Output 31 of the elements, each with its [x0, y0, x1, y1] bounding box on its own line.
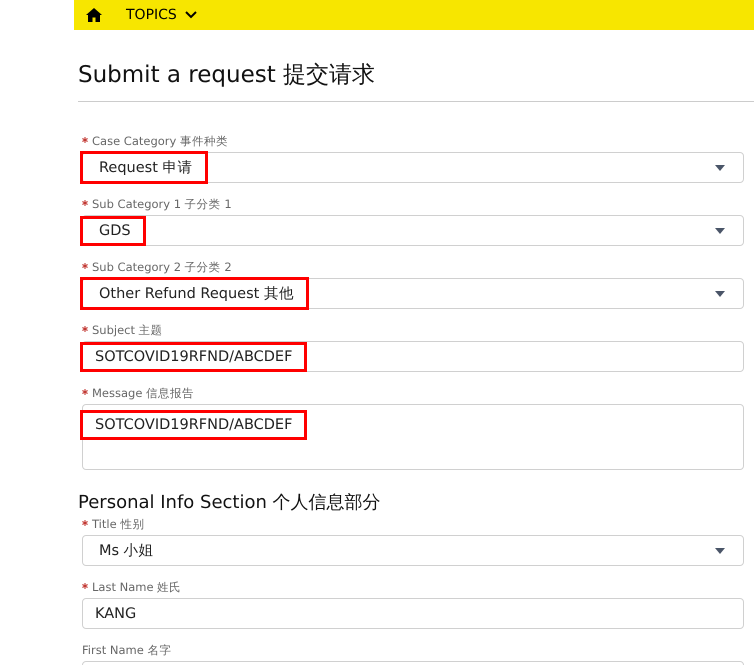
caret-icon: [715, 228, 725, 234]
field-value: SOTCOVID19RFND/ABCDEF: [83, 413, 304, 437]
dropdown[interactable]: Request 申请: [82, 152, 744, 183]
field-value: SOTCOVID19RFND/ABCDEF: [83, 344, 304, 368]
field-label: Last Name 姓氏: [92, 580, 182, 594]
dropdown-value: Other Refund Request 其他: [83, 280, 306, 307]
field-label: Message 信息报告: [92, 386, 194, 400]
page-title: Submit a request 提交请求: [78, 61, 376, 90]
section-title: Personal Info Section 个人信息部分: [78, 492, 382, 514]
caret-icon: [715, 291, 725, 297]
input-field[interactable]: KANG: [82, 598, 744, 629]
field-label: Subject 主题: [92, 323, 163, 337]
dropdown-value: GDS: [83, 218, 143, 242]
dropdown-value: Request 申请: [83, 154, 205, 181]
field-value: KANG: [95, 604, 136, 624]
field-label: First Name 名字: [82, 643, 172, 657]
field-label: Title 性别: [92, 517, 144, 531]
caret-icon: [715, 548, 725, 554]
dropdown[interactable]: GDS: [82, 215, 744, 246]
field-label: Sub Category 2 子分类 2: [92, 260, 232, 274]
message-field[interactable]: SOTCOVID19RFND/ABCDEF: [82, 404, 744, 470]
dropdown-value: Ms 小姐: [99, 542, 154, 561]
field-label: Case Category 事件种类: [92, 134, 228, 148]
home-icon[interactable]: [86, 8, 102, 22]
field-label: Sub Category 1 子分类 1: [92, 197, 232, 211]
topics-menu[interactable]: TOPICS: [126, 7, 197, 23]
dropdown[interactable]: Other Refund Request 其他: [82, 278, 744, 309]
dropdown[interactable]: Ms 小姐: [82, 535, 744, 566]
caret-icon: [715, 165, 725, 171]
chevron-down-icon: [184, 11, 197, 19]
input-field[interactable]: SOTCOVID19RFND/ABCDEF: [82, 341, 744, 372]
